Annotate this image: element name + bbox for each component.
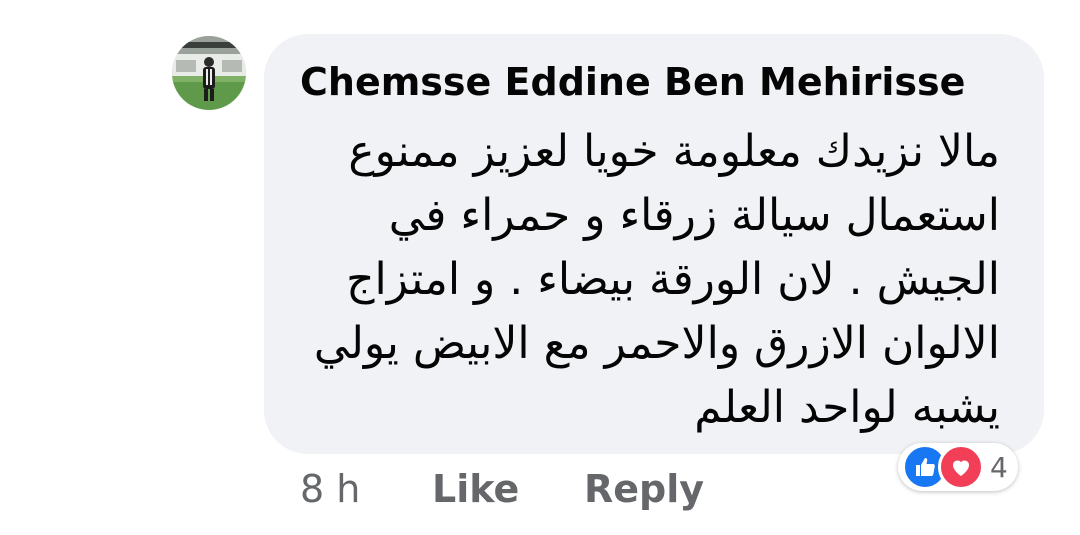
avatar[interactable] <box>172 36 246 110</box>
comment-text: مالا نزيدك معلومة خويا لعزيز ممنوع استعم… <box>300 120 1000 440</box>
comment-text-line: الالوان الازرق والاحمر مع الابيض يولي <box>313 318 1000 369</box>
love-reaction-icon <box>938 444 984 490</box>
reaction-count: 4 <box>990 450 1008 484</box>
comment-screenshot: Chemsse Eddine Ben Mehirisse مالا نزيدك … <box>0 0 1080 535</box>
comment-text-line: مالا نزيدك معلومة خويا لعزيز ممنوع <box>348 126 1000 177</box>
comment-text-line: يشبه لواحد العلم <box>694 382 1000 433</box>
comment-text-line: استعمال سيالة زرقاء و حمراء في <box>388 190 1000 241</box>
comment-bubble: Chemsse Eddine Ben Mehirisse مالا نزيدك … <box>264 34 1044 454</box>
like-button[interactable]: Like <box>432 467 519 511</box>
reactions-summary[interactable]: 4 <box>898 443 1018 491</box>
avatar-photo-icon <box>172 36 246 110</box>
comment-timestamp[interactable]: 8 h <box>300 467 360 511</box>
reply-button[interactable]: Reply <box>584 467 704 511</box>
comment-text-line: الجيش . لان الورقة بيضاء . و امتزاج <box>346 254 1000 305</box>
comment-author-name[interactable]: Chemsse Eddine Ben Mehirisse <box>300 60 965 104</box>
